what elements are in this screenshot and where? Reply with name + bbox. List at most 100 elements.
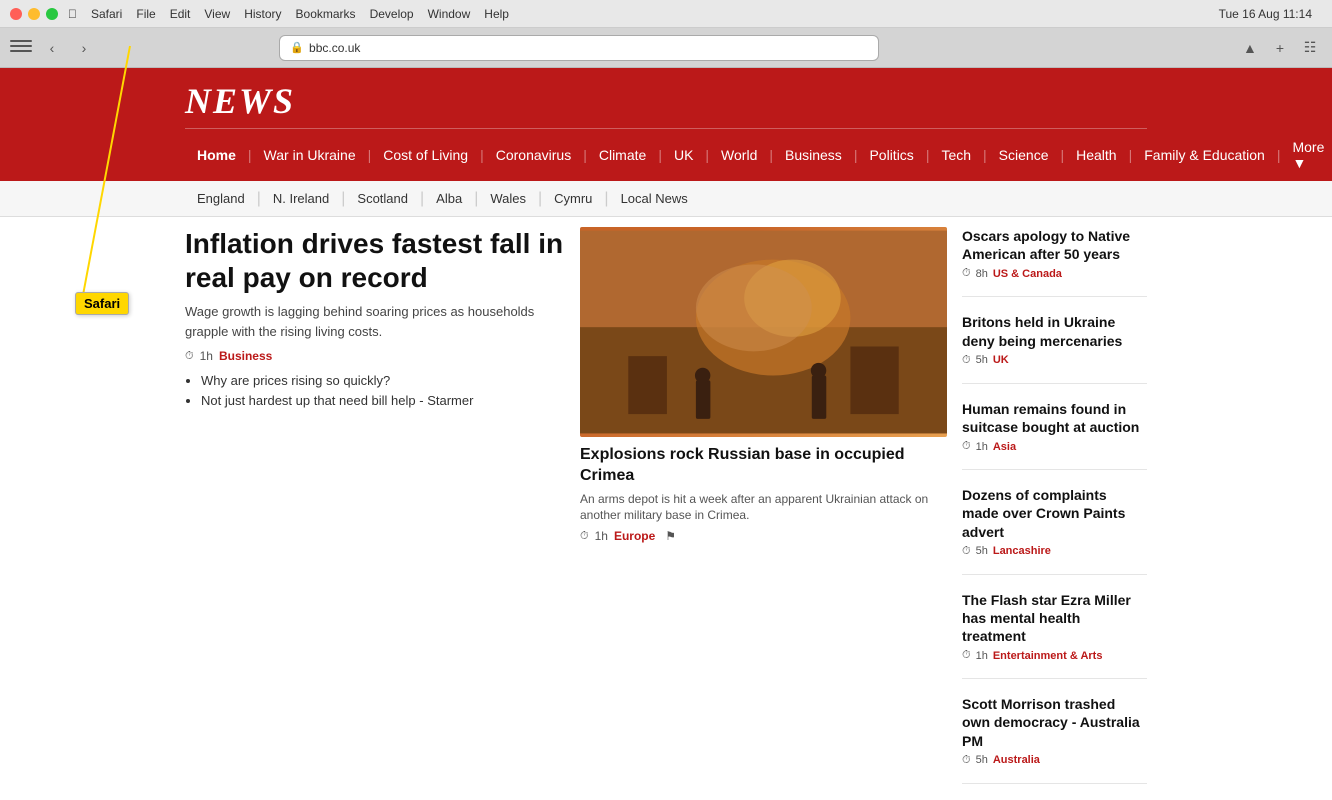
- right-story-0[interactable]: Oscars apology to Native American after …: [962, 227, 1147, 280]
- tab-overview-button[interactable]: ☷: [1298, 36, 1322, 60]
- window-menu[interactable]: Window: [428, 7, 471, 21]
- toolbar-actions: ▲ + ☷: [1238, 36, 1322, 60]
- nav-england[interactable]: England: [185, 181, 257, 216]
- nav-wales[interactable]: Wales: [478, 181, 538, 216]
- view-menu[interactable]: View: [204, 7, 230, 21]
- nav-local-news[interactable]: Local News: [609, 181, 700, 216]
- window-controls[interactable]: [10, 8, 58, 20]
- bbc-page: NEWS Home | War in Ukraine | Cost of Liv…: [0, 68, 1332, 800]
- clock-icon-r0: ⏱: [962, 267, 971, 280]
- nav-alba[interactable]: Alba: [424, 181, 474, 216]
- nav-ukraine[interactable]: War in Ukraine: [252, 137, 368, 173]
- right-story-title-3[interactable]: Dozens of complaints made over Crown Pai…: [962, 486, 1147, 541]
- nav-climate[interactable]: Climate: [587, 137, 658, 173]
- minimize-button[interactable]: [28, 8, 40, 20]
- center-story-time: 1h: [595, 529, 608, 543]
- primary-nav: Home | War in Ukraine | Cost of Living |…: [185, 128, 1147, 181]
- divider: [962, 678, 1147, 679]
- file-menu[interactable]: File: [136, 7, 155, 21]
- featured-title[interactable]: Inflation drives fastest fall in real pa…: [185, 227, 565, 294]
- bookmarks-menu[interactable]: Bookmarks: [296, 7, 356, 21]
- nav-science[interactable]: Science: [987, 137, 1061, 173]
- share-button[interactable]: ▲: [1238, 36, 1262, 60]
- right-story-title-2[interactable]: Human remains found in suitcase bought a…: [962, 400, 1147, 436]
- center-story-tag[interactable]: Europe: [614, 529, 655, 543]
- right-story-5[interactable]: Scott Morrison trashed own democracy - A…: [962, 695, 1147, 767]
- featured-time: 1h: [200, 349, 213, 363]
- clock-icon-r2: ⏱: [962, 440, 971, 453]
- nav-tech[interactable]: Tech: [929, 137, 983, 173]
- divider: [962, 383, 1147, 384]
- divider: [962, 469, 1147, 470]
- right-story-meta-3: ⏱ 5h Lancashire: [962, 545, 1147, 558]
- main-content: Inflation drives fastest fall in real pa…: [0, 217, 1332, 800]
- right-story-meta-2: ⏱ 1h Asia: [962, 440, 1147, 453]
- center-story-desc: An arms depot is hit a week after an app…: [580, 491, 947, 525]
- center-story-image: [580, 227, 947, 437]
- nav-coronavirus[interactable]: Coronavirus: [484, 137, 583, 173]
- right-story-meta-1: ⏱ 5h UK: [962, 354, 1147, 367]
- right-story-2[interactable]: Human remains found in suitcase bought a…: [962, 400, 1147, 453]
- featured-bullets: Why are prices rising so quickly? Not ju…: [201, 373, 565, 408]
- forward-button[interactable]: ›: [72, 36, 96, 60]
- bullet-1[interactable]: Why are prices rising so quickly?: [201, 373, 565, 388]
- right-story-title-0[interactable]: Oscars apology to Native American after …: [962, 227, 1147, 263]
- nav-cymru[interactable]: Cymru: [542, 181, 604, 216]
- nav-more[interactable]: More ▼: [1280, 129, 1332, 181]
- clock-icon: ⏱: [185, 350, 194, 363]
- back-button[interactable]: ‹: [40, 36, 64, 60]
- featured-story: Inflation drives fastest fall in real pa…: [185, 227, 565, 800]
- mac-menu-bar:  Safari File Edit View History Bookmark…: [68, 7, 509, 21]
- secondary-nav: England | N. Ireland | Scotland | Alba |…: [0, 181, 1332, 217]
- develop-menu[interactable]: Develop: [370, 7, 414, 21]
- sidebar-toggle[interactable]: [10, 40, 32, 56]
- browser-toolbar: ‹ › 🔒 bbc.co.uk ▲ + ☷: [0, 28, 1332, 68]
- help-menu[interactable]: Help: [484, 7, 509, 21]
- right-story-3[interactable]: Dozens of complaints made over Crown Pai…: [962, 486, 1147, 558]
- clock-icon-center: ⏱: [580, 530, 589, 543]
- bookmark-icon[interactable]: ⚑: [665, 529, 676, 543]
- clock-icon-r3: ⏱: [962, 545, 971, 558]
- right-story-4[interactable]: The Flash star Ezra Miller has mental he…: [962, 591, 1147, 663]
- address-bar[interactable]: 🔒 bbc.co.uk: [279, 35, 879, 61]
- clock-icon-r5: ⏱: [962, 754, 971, 767]
- bullet-2[interactable]: Not just hardest up that need bill help …: [201, 393, 565, 408]
- nav-health[interactable]: Health: [1064, 137, 1128, 173]
- lock-icon: 🔒: [290, 41, 304, 54]
- right-story-title-4[interactable]: The Flash star Ezra Miller has mental he…: [962, 591, 1147, 646]
- clock-icon-r1: ⏱: [962, 354, 971, 367]
- center-story-meta: ⏱ 1h Europe ⚑: [580, 529, 947, 543]
- center-story[interactable]: Explosions rock Russian base in occupied…: [580, 227, 947, 800]
- nav-family[interactable]: Family & Education: [1132, 137, 1277, 173]
- url-text[interactable]: bbc.co.uk: [309, 41, 360, 55]
- right-story-1[interactable]: Britons held in Ukraine deny being merce…: [962, 313, 1147, 366]
- featured-tag[interactable]: Business: [219, 349, 272, 363]
- safari-tooltip: Safari: [75, 292, 129, 315]
- nav-cost-of-living[interactable]: Cost of Living: [371, 137, 480, 173]
- nav-world[interactable]: World: [709, 137, 769, 173]
- nav-uk[interactable]: UK: [662, 137, 705, 173]
- nav-business[interactable]: Business: [773, 137, 854, 173]
- nav-politics[interactable]: Politics: [857, 137, 925, 173]
- new-tab-button[interactable]: +: [1268, 36, 1292, 60]
- center-story-title[interactable]: Explosions rock Russian base in occupied…: [580, 445, 947, 487]
- right-story-title-5[interactable]: Scott Morrison trashed own democracy - A…: [962, 695, 1147, 750]
- right-story-meta-5: ⏱ 5h Australia: [962, 754, 1147, 767]
- nav-nireland[interactable]: N. Ireland: [261, 181, 341, 216]
- edit-menu[interactable]: Edit: [170, 7, 191, 21]
- mac-titlebar:  Safari File Edit View History Bookmark…: [0, 0, 1332, 28]
- right-stories: Oscars apology to Native American after …: [962, 227, 1147, 800]
- featured-meta: ⏱ 1h Business: [185, 349, 565, 363]
- history-menu[interactable]: History: [244, 7, 281, 21]
- center-story-svg: [580, 227, 947, 437]
- right-story-title-1[interactable]: Britons held in Ukraine deny being merce…: [962, 313, 1147, 349]
- safari-menu[interactable]: Safari: [91, 7, 122, 21]
- nav-home[interactable]: Home: [185, 137, 248, 173]
- apple-menu[interactable]: : [68, 7, 77, 21]
- right-story-meta-4: ⏱ 1h Entertainment & Arts: [962, 649, 1147, 662]
- nav-scotland[interactable]: Scotland: [345, 181, 420, 216]
- maximize-button[interactable]: [46, 8, 58, 20]
- featured-desc: Wage growth is lagging behind soaring pr…: [185, 302, 565, 341]
- divider: [962, 574, 1147, 575]
- close-button[interactable]: [10, 8, 22, 20]
